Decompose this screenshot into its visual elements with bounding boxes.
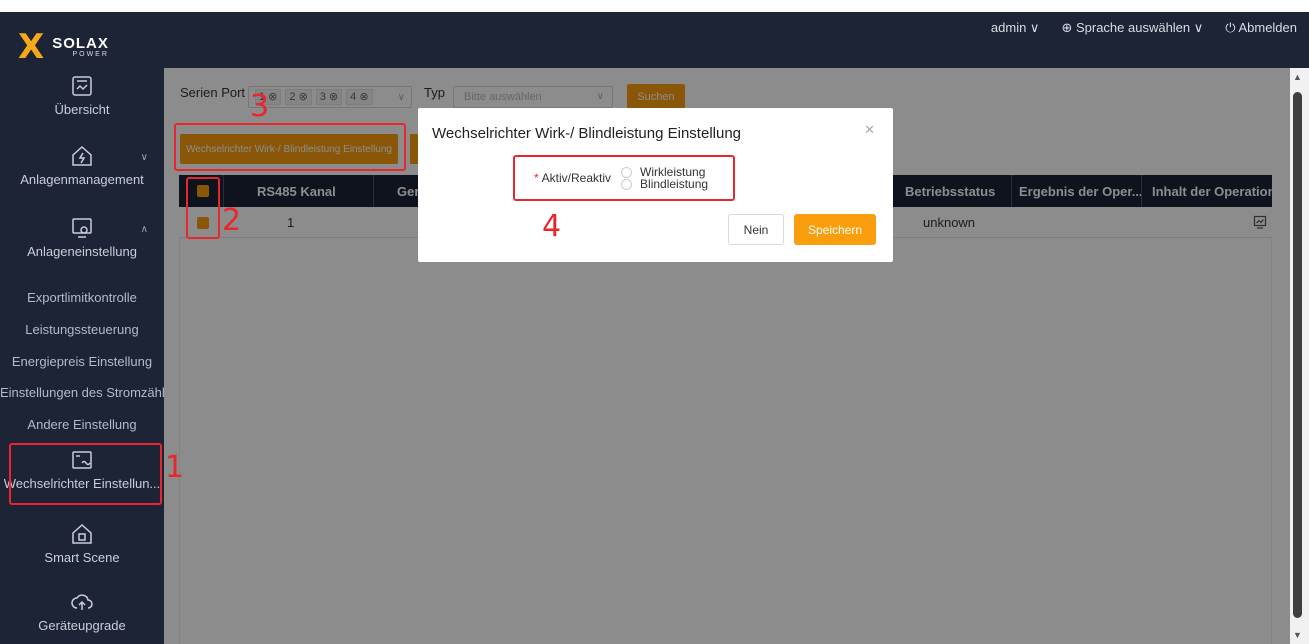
user-menu[interactable]: admin ∨ — [991, 20, 1040, 36]
annotation-box-2 — [186, 177, 220, 239]
cloud-upload-icon — [71, 594, 93, 610]
sidebar: Übersicht Anlagenmanagement ∨ Anlagenein… — [0, 68, 164, 644]
annotation-box-3 — [174, 123, 406, 171]
sidebar-item-label: Anlagenmanagement — [20, 172, 144, 187]
sidebar-item-label: Geräteupgrade — [38, 618, 126, 633]
sidebar-item-device-upgrade[interactable]: Geräteupgrade — [0, 590, 164, 633]
sidebar-item-smart-scene[interactable]: Smart Scene — [0, 522, 164, 565]
close-icon[interactable]: ✕ — [864, 122, 875, 138]
chevron-down-icon: ∨ — [140, 152, 148, 163]
sidebar-subitem-power-control[interactable]: Leistungssteuerung — [0, 322, 164, 337]
scroll-down-icon[interactable]: ▼ — [1293, 630, 1302, 640]
sidebar-item-overview[interactable]: Übersicht — [0, 74, 164, 117]
sidebar-item-plant-management[interactable]: Anlagenmanagement ∨ — [0, 144, 164, 187]
annotation-number: 4 — [542, 209, 562, 244]
sidebar-subitem-energy-price[interactable]: Energiepreis Einstellung — [0, 354, 164, 369]
annotation-number: 1 — [165, 450, 185, 485]
annotation-box-1 — [9, 443, 162, 505]
save-button[interactable]: Speichern — [794, 214, 876, 245]
sidebar-item-label: Anlageneinstellung — [27, 244, 137, 259]
sidebar-item-plant-settings[interactable]: Anlageneinstellung ∧ — [0, 216, 164, 259]
settings-monitor-icon — [72, 218, 92, 238]
logo-sub: POWER — [72, 51, 109, 58]
solax-logo[interactable]: X SOLAX POWER — [18, 30, 109, 64]
language-selector[interactable]: ⊕ Sprache auswählen ∨ — [1061, 20, 1203, 36]
scroll-up-icon[interactable]: ▲ — [1293, 72, 1302, 82]
dialog-title: Wechselrichter Wirk-/ Blindleistung Eins… — [432, 125, 742, 142]
header-actions: admin ∨ ⊕ Sprache auswählen ∨ ⏻ Abmelden — [991, 20, 1297, 36]
scrollbar-thumb[interactable] — [1293, 92, 1302, 618]
logo-mark: X — [18, 27, 45, 67]
sidebar-subitem-meter-settings[interactable]: Einstellungen des Stromzähl... — [0, 385, 164, 400]
home-energy-icon — [72, 145, 92, 166]
logo-name: SOLAX — [52, 35, 109, 52]
logout-button[interactable]: ⏻ Abmelden — [1225, 20, 1297, 36]
sidebar-subitem-other-settings[interactable]: Andere Einstellung — [0, 417, 164, 432]
dashboard-icon — [72, 76, 92, 96]
annotation-number: 3 — [250, 89, 270, 124]
chevron-up-icon: ∧ — [140, 224, 148, 235]
sidebar-item-label: Smart Scene — [44, 550, 120, 565]
sidebar-subitem-export-limit[interactable]: Exportlimitkontrolle — [0, 290, 164, 305]
cancel-button[interactable]: Nein — [728, 214, 784, 245]
annotation-box-4 — [513, 155, 735, 201]
annotation-number: 2 — [222, 203, 242, 238]
sidebar-item-label: Übersicht — [54, 102, 110, 117]
smart-home-icon — [72, 523, 92, 544]
